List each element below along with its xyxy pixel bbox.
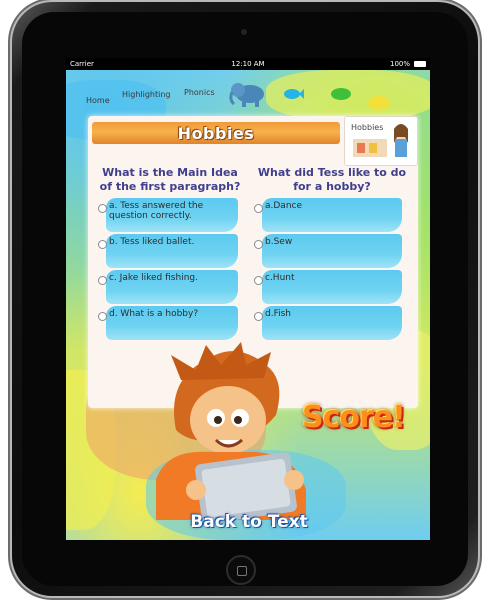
page-title: Hobbies [177,124,255,143]
radio-button[interactable] [254,204,263,213]
radio-button[interactable] [254,276,263,285]
cheese-icon[interactable] [366,94,392,112]
radio-button[interactable] [98,312,107,321]
radio-button[interactable] [98,240,107,249]
status-time: 12:10 AM [231,60,265,68]
elephant-icon[interactable] [228,78,268,108]
app-screen: Carrier 12:10 AM 100% Home Highlighting … [66,58,430,540]
title-banner: Hobbies [92,122,340,144]
score-button[interactable]: Score! [302,398,406,444]
question-main-idea: What is the Main Idea of the first parag… [99,166,241,193]
radio-button[interactable] [98,204,107,213]
home-hardware-button[interactable] [226,555,256,585]
leaf-icon[interactable] [330,86,352,102]
fish-icon[interactable] [282,86,304,102]
radio-button[interactable] [98,276,107,285]
battery-icon [414,61,426,67]
story-thumbnail[interactable]: Hobbies [344,116,418,166]
camera-icon [241,29,247,35]
q2-answer-a[interactable]: a.Dance [254,198,402,232]
q1-answer-b[interactable]: b. Tess liked ballet. [98,234,238,268]
nav-highlighting[interactable]: Highlighting [122,90,171,99]
q1-answer-c[interactable]: c. Jake liked fishing. [98,270,238,304]
girl-illustration-icon [353,124,408,157]
radio-button[interactable] [254,240,263,249]
boy-reading-illustration [156,342,306,520]
battery-percent: 100% [389,60,410,68]
question-tess-hobby: What did Tess like to do for a hobby? [257,166,407,193]
nav-home[interactable]: Home [86,96,110,105]
top-navigation: Home Highlighting Phonics [66,70,430,110]
nav-phonics[interactable]: Phonics [184,88,215,97]
q2-answer-c[interactable]: c.Hunt [254,270,402,304]
q1-answer-d[interactable]: d. What is a hobby? [98,306,238,340]
q2-answer-d[interactable]: d.Fish [254,306,402,340]
back-to-text-button[interactable]: Back to Text [174,508,324,536]
radio-button[interactable] [254,312,263,321]
status-bar: Carrier 12:10 AM 100% [66,58,430,70]
q1-answer-a[interactable]: a. Tess answered the question correctly. [98,198,238,232]
q2-answer-b[interactable]: b.Sew [254,234,402,268]
